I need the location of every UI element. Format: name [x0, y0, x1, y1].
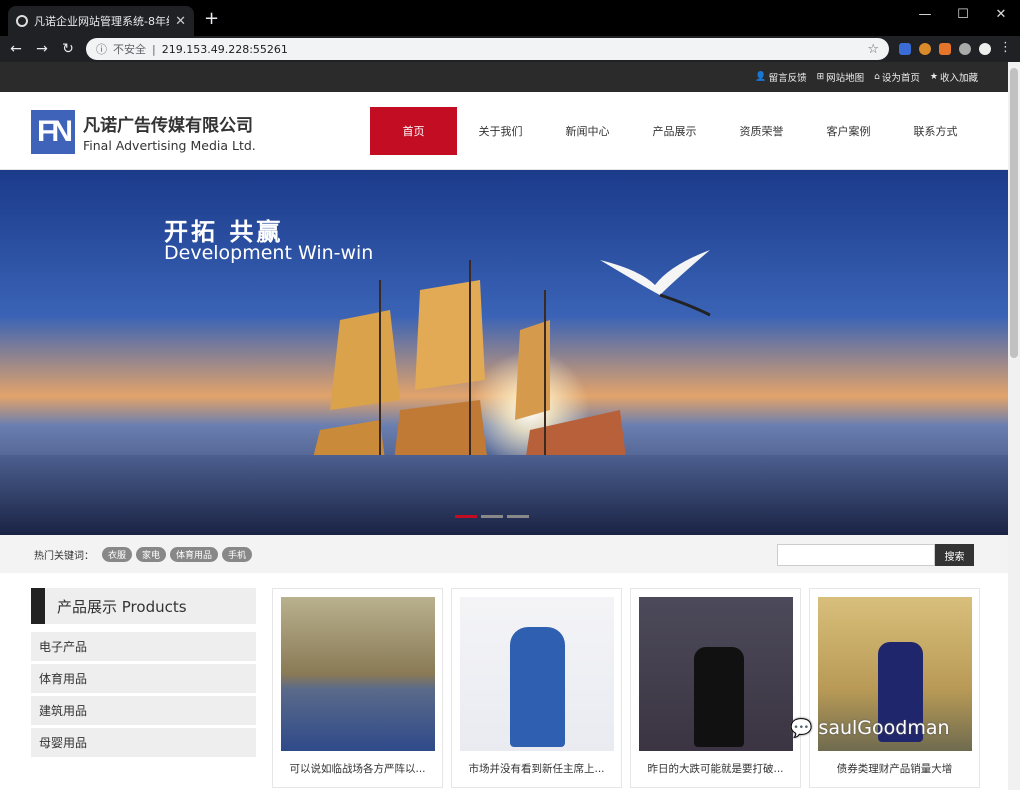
nav-news[interactable]: 新闻中心: [544, 107, 631, 155]
product-image[interactable]: [281, 597, 435, 751]
minimize-icon[interactable]: —: [906, 0, 944, 28]
watermark: 💬 saulGoodman: [790, 717, 950, 739]
profile-avatar-icon[interactable]: [979, 43, 991, 55]
url-text[interactable]: 219.153.49.228:55261: [162, 43, 288, 56]
search-button[interactable]: 搜索: [935, 544, 974, 566]
globe-icon: [16, 15, 28, 27]
reload-icon[interactable]: ↻: [60, 41, 76, 57]
scrollbar-thumb[interactable]: [1010, 68, 1018, 358]
close-window-icon[interactable]: ✕: [982, 0, 1020, 28]
forward-icon[interactable]: →: [34, 41, 50, 57]
back-icon[interactable]: ←: [8, 41, 24, 57]
insecure-label: 不安全: [113, 43, 146, 56]
extension-icon[interactable]: [959, 43, 971, 55]
keywords-bar: 热门关键词： 衣服 家电 体育用品 手机 搜索: [0, 535, 1020, 573]
set-homepage-link[interactable]: ⌂ 设为首页: [874, 70, 920, 84]
product-caption[interactable]: 市场并没有看到新任主席上...: [460, 761, 613, 776]
menu-kebab-icon[interactable]: ⋮: [999, 41, 1012, 55]
address-bar-row: ← → ↻ ⓘ 不安全 | 219.153.49.228:55261 ☆ ⋮: [0, 36, 1020, 62]
sidebar-item-construction[interactable]: 建筑用品: [31, 696, 256, 725]
site-search: 搜索: [777, 544, 974, 566]
page-scrollbar[interactable]: [1008, 62, 1020, 790]
main-content: 产品展示 Products 电子产品 体育用品 建筑用品 母婴用品 可以说如临战…: [0, 573, 1020, 790]
seagull-illustration: [600, 250, 711, 317]
nav-honors[interactable]: 资质荣誉: [718, 107, 805, 155]
nav-home[interactable]: 首页: [370, 107, 457, 155]
product-caption[interactable]: 可以说如临战场各方严阵以...: [281, 761, 434, 776]
nav-products[interactable]: 产品展示: [631, 107, 718, 155]
info-icon[interactable]: ⓘ: [96, 41, 107, 57]
user-icon: 👤: [755, 72, 767, 82]
company-name-cn: 凡诺广告传媒有限公司: [83, 116, 253, 136]
sidebar-title: 产品展示 Products: [31, 588, 256, 624]
product-sidebar: 产品展示 Products 电子产品 体育用品 建筑用品 母婴用品: [31, 588, 256, 760]
product-card[interactable]: 市场并没有看到新任主席上...: [451, 588, 622, 788]
sea: [0, 455, 1020, 535]
site-header: FN 凡诺广告传媒有限公司 Final Advertising Media Lt…: [0, 92, 1020, 170]
address-bar[interactable]: ⓘ 不安全 | 219.153.49.228:55261 ☆: [86, 38, 889, 60]
home-icon: ⌂: [874, 72, 880, 82]
product-card[interactable]: 昨日的大跌可能就是要打破...: [630, 588, 801, 788]
sidebar-item-sports[interactable]: 体育用品: [31, 664, 256, 693]
keyword-tag[interactable]: 家电: [136, 546, 167, 562]
bookmark-link[interactable]: ★ 收入加藏: [930, 70, 978, 84]
carousel-dot-1[interactable]: [455, 515, 477, 518]
carousel-dot-2[interactable]: [481, 515, 503, 518]
product-card[interactable]: 债券类理财产品销量大增: [809, 588, 980, 788]
feedback-link[interactable]: 👤 留言反馈: [755, 70, 806, 84]
product-caption[interactable]: 昨日的大跌可能就是要打破...: [639, 761, 792, 776]
sitemap-icon: ⊞: [816, 72, 825, 82]
keyword-tag[interactable]: 衣服: [102, 546, 133, 562]
extensions: ⋮: [899, 41, 1012, 55]
main-nav: 首页 关于我们 新闻中心 产品展示 资质荣誉 客户案例 联系方式: [370, 107, 979, 155]
sidebar-item-electronics[interactable]: 电子产品: [31, 632, 256, 661]
browser-tab[interactable]: 凡诺企业网站管理系统-8年经验 ✕: [8, 6, 194, 36]
close-tab-icon[interactable]: ✕: [175, 14, 186, 29]
sidebar-item-baby[interactable]: 母婴用品: [31, 728, 256, 757]
bookmark-star-icon[interactable]: ☆: [867, 42, 879, 57]
carousel-dot-3[interactable]: [507, 515, 529, 518]
nav-contact[interactable]: 联系方式: [892, 107, 979, 155]
product-image[interactable]: [639, 597, 793, 751]
nav-about[interactable]: 关于我们: [457, 107, 544, 155]
product-grid: 可以说如临战场各方严阵以... 市场并没有看到新任主席上... 昨日的大跌可能就…: [272, 588, 980, 788]
product-image[interactable]: [460, 597, 614, 751]
keyword-tag[interactable]: 手机: [222, 546, 253, 562]
site-logo[interactable]: FN 凡诺广告传媒有限公司 Final Advertising Media Lt…: [31, 110, 256, 154]
product-card[interactable]: 可以说如临战场各方严阵以...: [272, 588, 443, 788]
wechat-icon: 💬: [790, 717, 813, 739]
keywords-label: 热门关键词：: [34, 550, 94, 562]
translate-extension-icon[interactable]: [899, 43, 911, 55]
logo-mark: FN: [31, 110, 75, 154]
star-icon: ★: [929, 72, 938, 82]
window-controls: — ☐ ✕: [906, 0, 1020, 28]
carousel-indicators: [455, 515, 529, 518]
sitemap-link[interactable]: ⊞ 网站地图: [817, 70, 865, 84]
maximize-icon[interactable]: ☐: [944, 0, 982, 28]
company-name-en: Final Advertising Media Ltd.: [83, 138, 256, 153]
cookie-extension-icon[interactable]: [919, 43, 931, 55]
search-input[interactable]: [777, 544, 935, 566]
site-topbar: 👤 留言反馈 ⊞ 网站地图 ⌂ 设为首页 ★ 收入加藏: [0, 62, 1020, 92]
hero-banner: 开拓 共赢 Development Win-win: [0, 170, 1020, 535]
new-tab-icon[interactable]: +: [204, 8, 219, 29]
product-caption[interactable]: 债券类理财产品销量大增: [818, 761, 971, 776]
nav-cases[interactable]: 客户案例: [805, 107, 892, 155]
keyword-tag[interactable]: 体育用品: [170, 546, 219, 562]
ip-extension-icon[interactable]: [939, 43, 951, 55]
browser-tabstrip: 凡诺企业网站管理系统-8年经验 ✕ + — ☐ ✕: [0, 0, 1020, 36]
tab-title: 凡诺企业网站管理系统-8年经验: [34, 15, 169, 28]
